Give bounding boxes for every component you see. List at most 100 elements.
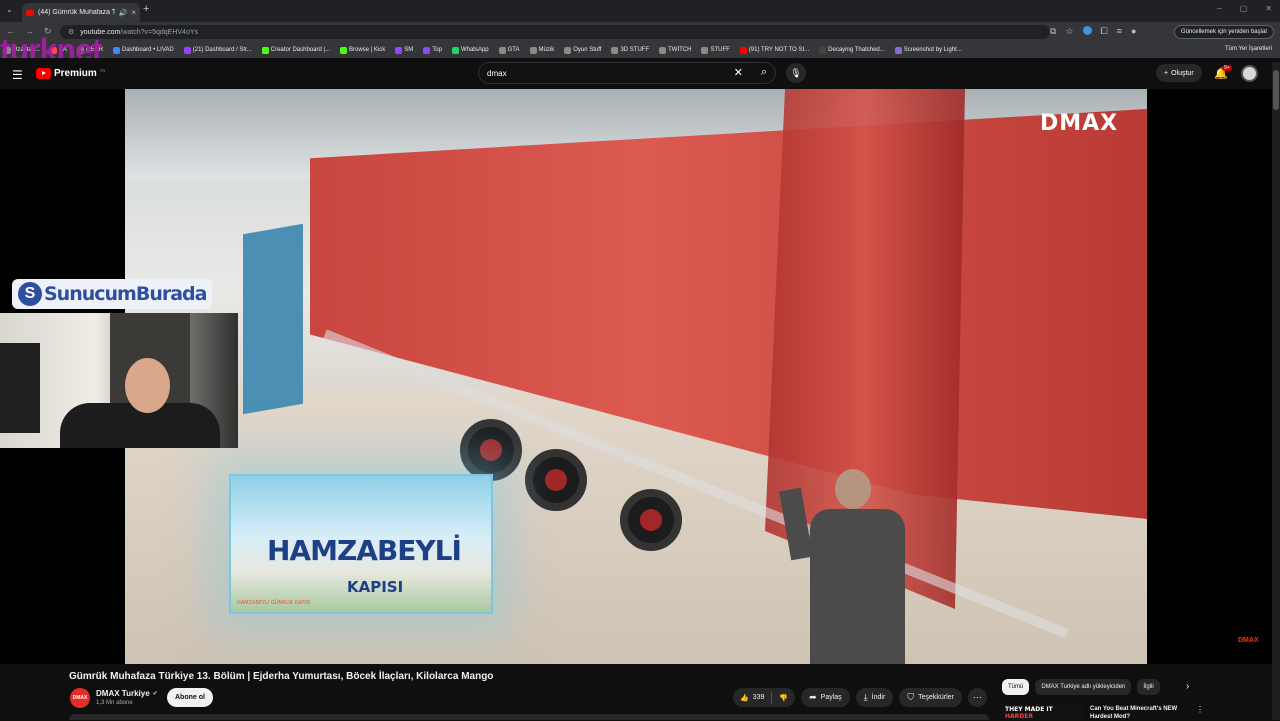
rec-thumb-highlight: HARDER <box>1005 713 1033 720</box>
youtube-favicon-icon <box>26 9 34 16</box>
bookmark-label: Müzik <box>538 47 555 53</box>
scrollbar-thumb[interactable] <box>1273 70 1279 110</box>
video-player[interactable]: DMAX HAMZABEYLİ KAPISI HAMZABEYLİ GÜMRÜK… <box>0 89 1272 664</box>
youtube-logo[interactable]: Premium TR <box>36 68 105 79</box>
channel-name[interactable]: DMAX Turkiye ✔ <box>96 689 158 698</box>
bookmark-icon <box>395 46 403 54</box>
bookmark-item[interactable]: 3D STUFF <box>611 46 649 54</box>
bookmark-item[interactable]: STUFF <box>701 46 730 54</box>
profile-icon[interactable]: ● <box>1131 26 1136 37</box>
account-avatar[interactable] <box>1241 65 1258 82</box>
chevron-right-icon[interactable]: › <box>1186 681 1189 692</box>
new-tab-button[interactable]: + <box>143 3 149 15</box>
extensions-puzzle-icon[interactable]: ⧠ <box>1101 26 1108 37</box>
url-field[interactable]: ⚙ youtube.com/watch?v=5qdqEHV4oYs <box>60 25 1050 39</box>
bookmark-label: Dashboard • LIVAD <box>122 47 174 53</box>
cast-icon[interactable]: ⧉ <box>1050 26 1056 37</box>
worker-head <box>835 469 871 509</box>
tab-title: (44) Gümrük Muhafaza Türk... <box>38 9 115 16</box>
update-button[interactable]: Güncellemek için yeniden başlat <box>1173 25 1274 39</box>
bookmark-item[interactable]: Creator Dashboard |... <box>261 46 330 54</box>
chip-related[interactable]: İlgili <box>1137 679 1160 695</box>
dislike-button[interactable]: 👎 <box>772 688 795 707</box>
search-input[interactable]: dmax ✕ ⌕ <box>478 62 776 84</box>
like-button[interactable]: 👍 339 <box>733 688 771 707</box>
bookmark-item[interactable]: SM <box>395 46 414 54</box>
tab-search-icon[interactable]: ⌄ <box>6 5 13 14</box>
minimize-icon[interactable]: – <box>1217 4 1221 13</box>
bookmark-item[interactable]: (91) TRY NOT TO SI... <box>739 46 809 54</box>
bookmark-item[interactable]: Browse | Kick <box>340 46 386 54</box>
search-icon[interactable]: ⌕ <box>761 66 767 79</box>
clear-search-icon[interactable]: ✕ <box>734 66 743 79</box>
bookmark-icon <box>451 46 459 54</box>
more-actions-icon[interactable]: ⋯ <box>967 688 987 707</box>
window-controls: – ▢ ✕ <box>1217 4 1272 13</box>
bookmark-item[interactable]: Müzik <box>529 46 555 54</box>
lower-third-caption: HAMZABEYLİ GÜMRÜK KAPISI <box>237 600 311 606</box>
close-window-icon[interactable]: ✕ <box>1265 4 1272 13</box>
bookmark-label: Decaying Thatched... <box>828 47 885 53</box>
bookmark-label: Browse | Kick <box>349 47 386 53</box>
reading-list-icon[interactable]: ≡ <box>1117 26 1122 37</box>
webcam-overlay <box>0 313 238 448</box>
lower-third-title: HAMZABEYLİ <box>267 534 462 567</box>
recommended-thumbnail[interactable]: THEY MADE IT HARDER <box>1002 704 1084 720</box>
video-actions: 👍 339 👎 ➦ Paylaş ⤓ İndir ⛉ Teşekkürler ⋯ <box>733 688 987 707</box>
webcam-person-face <box>125 358 170 413</box>
all-bookmarks[interactable]: Tüm Yer İşaretleri <box>1225 46 1272 52</box>
chip-from-uploader[interactable]: DMAX Turkiye adlı yükleyiciden <box>1035 679 1132 695</box>
worker-figure <box>779 469 915 664</box>
dmax-corner-logo: DMAX <box>1238 637 1259 644</box>
speaker-icon[interactable]: 🔊 <box>119 9 128 17</box>
bookmark-label: STUFF <box>710 47 730 53</box>
close-tab-icon[interactable]: × <box>131 8 136 17</box>
bookmark-item[interactable]: Decaying Thatched... <box>819 46 885 54</box>
bookmark-icon <box>659 46 667 54</box>
bookmark-icon <box>564 46 572 54</box>
scene-blue-panel <box>243 223 303 415</box>
video-title: Gümrük Muhafaza Türkiye 13. Bölüm | Ejde… <box>69 671 494 682</box>
extension-icon[interactable] <box>1082 26 1092 35</box>
bookmark-item[interactable]: Top <box>423 46 442 54</box>
bookmark-item[interactable]: WhatsApp <box>451 46 489 54</box>
channel-avatar[interactable]: DMAX <box>70 688 90 708</box>
youtube-play-icon <box>36 68 51 79</box>
lower-third-graphic: HAMZABEYLİ KAPISI HAMZABEYLİ GÜMRÜK KAPI… <box>229 474 493 614</box>
bookmark-item[interactable]: GTA <box>498 46 520 54</box>
bookmark-label: GTA <box>507 47 520 53</box>
like-dislike-group: 👍 339 👎 <box>733 688 796 707</box>
streamer-banner-label: SunucumBurada <box>44 283 207 305</box>
share-button[interactable]: ➦ Paylaş <box>801 688 850 707</box>
page-scrollbar[interactable] <box>1272 62 1280 720</box>
streamer-banner: S SunucumBurada <box>12 279 212 309</box>
bookmark-item[interactable]: TWITCH <box>659 46 691 54</box>
bookmark-label: SM <box>404 47 414 53</box>
browser-tab[interactable]: (44) Gümrük Muhafaza Türk... 🔊 × <box>22 3 140 22</box>
thanks-button[interactable]: ⛉ Teşekkürler <box>899 688 962 707</box>
create-button[interactable]: + Oluştur <box>1156 64 1202 82</box>
maximize-icon[interactable]: ▢ <box>1240 4 1248 13</box>
bookmark-icon <box>529 46 537 54</box>
bookmark-item[interactable]: (21) Dashboard / Str... <box>183 46 252 54</box>
bookmark-star-icon[interactable]: ☆ <box>1065 26 1073 37</box>
chip-all[interactable]: Tümü <box>1002 679 1030 695</box>
share-label: Paylaş <box>820 694 842 701</box>
bookmark-item[interactable]: Oyun Stuff <box>564 46 601 54</box>
voice-search-icon[interactable]: 🎙 <box>786 63 806 83</box>
subscribe-button[interactable]: Abone ol <box>167 688 213 707</box>
bookmark-icon <box>894 46 902 54</box>
bookmark-item[interactable]: Dashboard • LIVAD <box>113 46 174 54</box>
recommended-title[interactable]: Can You Beat Minecraft's NEW Hardest Mod… <box>1090 705 1190 721</box>
menu-icon[interactable]: ☰ <box>12 68 23 82</box>
thumbs-up-icon: 👍 <box>740 694 749 702</box>
bookmark-item[interactable]: Screenshot by Light... <box>894 46 962 54</box>
truck-wheel <box>525 449 587 511</box>
filter-chips: Tümü DMAX Turkiye adlı yükleyiciden İlgi… <box>1002 679 1160 695</box>
bookmark-icon <box>498 46 506 54</box>
share-icon: ➦ <box>809 692 817 702</box>
sunucum-logo-icon: S <box>18 282 42 306</box>
description-box[interactable] <box>69 714 989 720</box>
download-button[interactable]: ⤓ İndir <box>855 688 894 707</box>
recommended-menu-icon[interactable]: ⋮ <box>1196 705 1204 714</box>
